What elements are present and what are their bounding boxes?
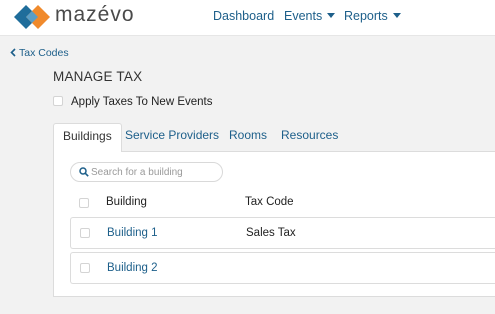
table-row[interactable]: Building 1 Sales Tax (70, 217, 495, 249)
search-box (70, 162, 223, 182)
column-header-building: Building (106, 196, 147, 208)
top-header: mazévo Dashboard Events Reports (0, 0, 495, 36)
nav-events[interactable]: Events (284, 9, 336, 23)
building-name[interactable]: Building 1 (107, 227, 158, 239)
tab-resources[interactable]: Resources (281, 123, 338, 152)
building-name[interactable]: Building 2 (107, 262, 158, 274)
brand-name[interactable]: mazévo (55, 3, 135, 27)
apply-taxes-checkbox[interactable] (53, 96, 63, 106)
column-header-tax-code: Tax Code (245, 196, 294, 208)
chevron-left-icon (10, 48, 16, 57)
tab-rooms[interactable]: Rooms (229, 123, 267, 152)
row-checkbox[interactable] (80, 263, 90, 273)
mazevo-logo-icon[interactable] (14, 4, 50, 30)
buildings-panel: Building Tax Code Building 1 Sales Tax B… (53, 151, 495, 297)
tab-service-providers[interactable]: Service Providers (125, 123, 219, 152)
tab-bar: Buildings Service Providers Rooms Resour… (53, 123, 495, 152)
table-row[interactable]: Building 2 (70, 252, 495, 284)
back-to-tax-codes-link[interactable]: Tax Codes (10, 47, 69, 59)
search-icon (79, 167, 89, 177)
tab-buildings[interactable]: Buildings (53, 123, 122, 152)
nav-dashboard-label: Dashboard (213, 9, 275, 23)
apply-taxes-label: Apply Taxes To New Events (71, 96, 213, 108)
table-header: Building Tax Code (70, 194, 495, 212)
nav-dashboard[interactable]: Dashboard (213, 9, 274, 23)
row-checkbox[interactable] (80, 228, 90, 238)
back-link-label: Tax Codes (19, 47, 69, 59)
page-title: MANAGE TAX (53, 69, 143, 84)
caret-down-icon (392, 13, 401, 18)
building-search-input[interactable] (91, 165, 216, 179)
nav-reports[interactable]: Reports (344, 9, 401, 23)
tax-code-value: Sales Tax (246, 227, 296, 239)
nav-reports-label: Reports (344, 9, 388, 23)
nav-events-label: Events (284, 9, 323, 23)
select-all-checkbox[interactable] (79, 198, 89, 208)
caret-down-icon (327, 13, 336, 18)
apply-taxes-row: Apply Taxes To New Events (53, 96, 212, 108)
